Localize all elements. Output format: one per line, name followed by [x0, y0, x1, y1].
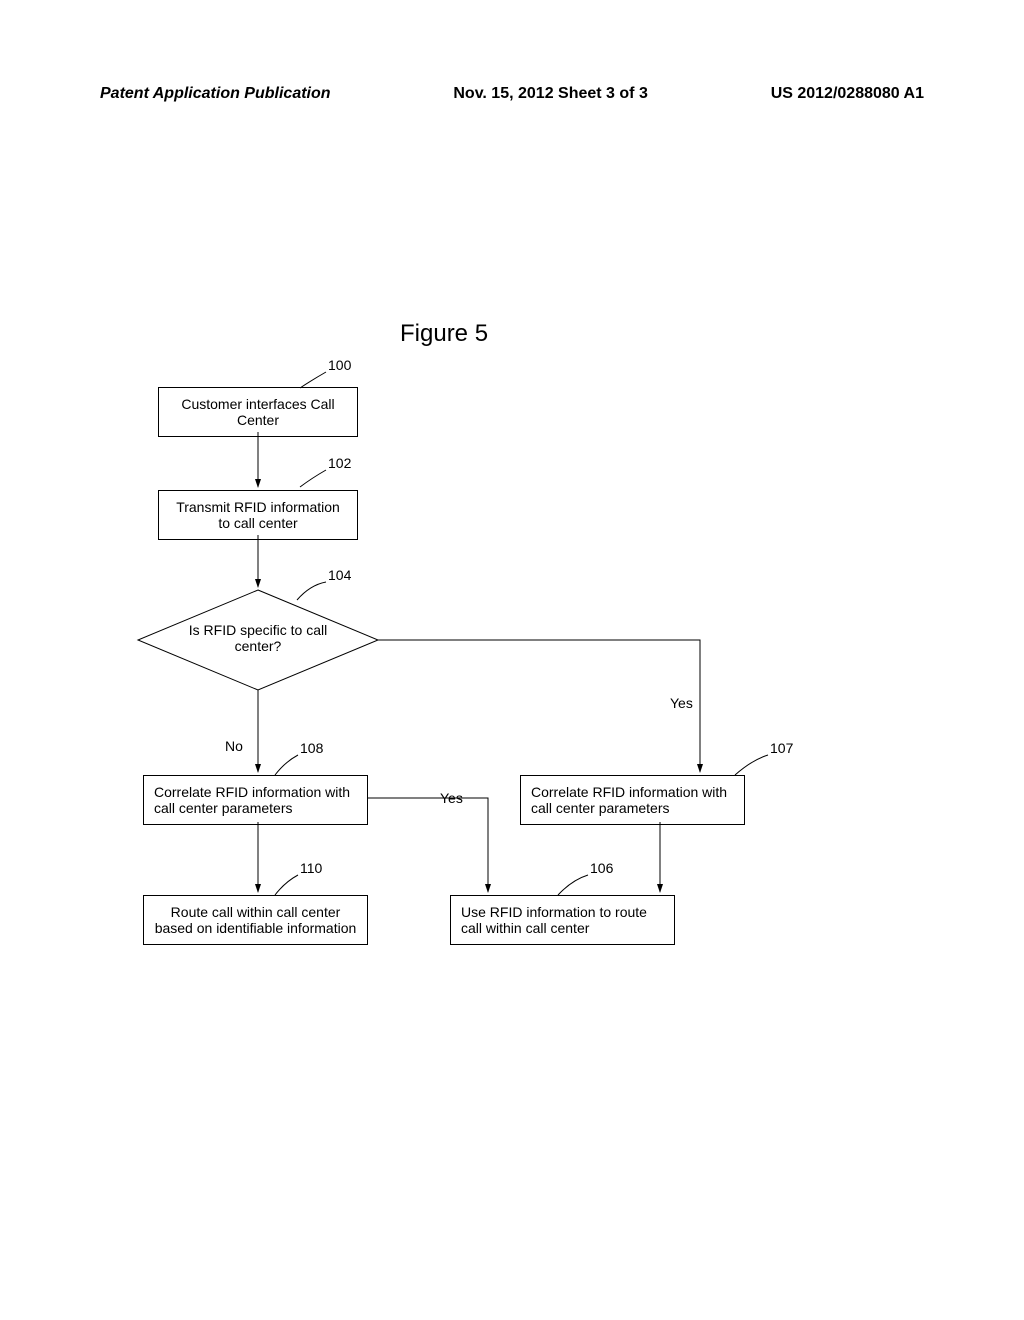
edge-label-yes-2: Yes	[440, 790, 463, 806]
edge-label-no: No	[225, 738, 243, 754]
flowchart-box-108: Correlate RFID information with call cen…	[143, 775, 368, 825]
flowchart-diamond-104	[138, 590, 378, 690]
flowchart-box-107: Correlate RFID information with call cen…	[520, 775, 745, 825]
flowchart-box-106: Use RFID information to route call withi…	[450, 895, 675, 945]
diamond-104-text: Is RFID specific to call center?	[188, 622, 328, 654]
box-110-text: Route call within call center based on i…	[155, 904, 357, 936]
ref-label-104: 104	[328, 567, 351, 583]
edge-label-yes-1: Yes	[670, 695, 693, 711]
header-date-sheet: Nov. 15, 2012 Sheet 3 of 3	[453, 85, 647, 103]
flowchart-box-102: Transmit RFID information to call center	[158, 490, 358, 540]
box-102-text: Transmit RFID information to call center	[176, 499, 340, 531]
ref-label-108: 108	[300, 740, 323, 756]
flowchart-box-100: Customer interfaces Call Center	[158, 387, 358, 437]
box-106-text: Use RFID information to route call withi…	[461, 904, 647, 936]
box-108-text: Correlate RFID information with call cen…	[154, 784, 350, 816]
ref-label-106: 106	[590, 860, 613, 876]
flowchart-box-110: Route call within call center based on i…	[143, 895, 368, 945]
document-header: Patent Application Publication Nov. 15, …	[0, 85, 1024, 103]
ref-label-100: 100	[328, 357, 351, 373]
figure-title: Figure 5	[400, 320, 488, 348]
header-publication-number: US 2012/0288080 A1	[771, 85, 924, 103]
ref-label-110: 110	[300, 860, 322, 876]
ref-label-102: 102	[328, 455, 351, 471]
header-publication-type: Patent Application Publication	[100, 85, 331, 103]
box-107-text: Correlate RFID information with call cen…	[531, 784, 727, 816]
box-100-text: Customer interfaces Call Center	[181, 396, 334, 428]
flowchart-connectors	[0, 0, 1024, 1320]
ref-label-107: 107	[770, 740, 793, 756]
